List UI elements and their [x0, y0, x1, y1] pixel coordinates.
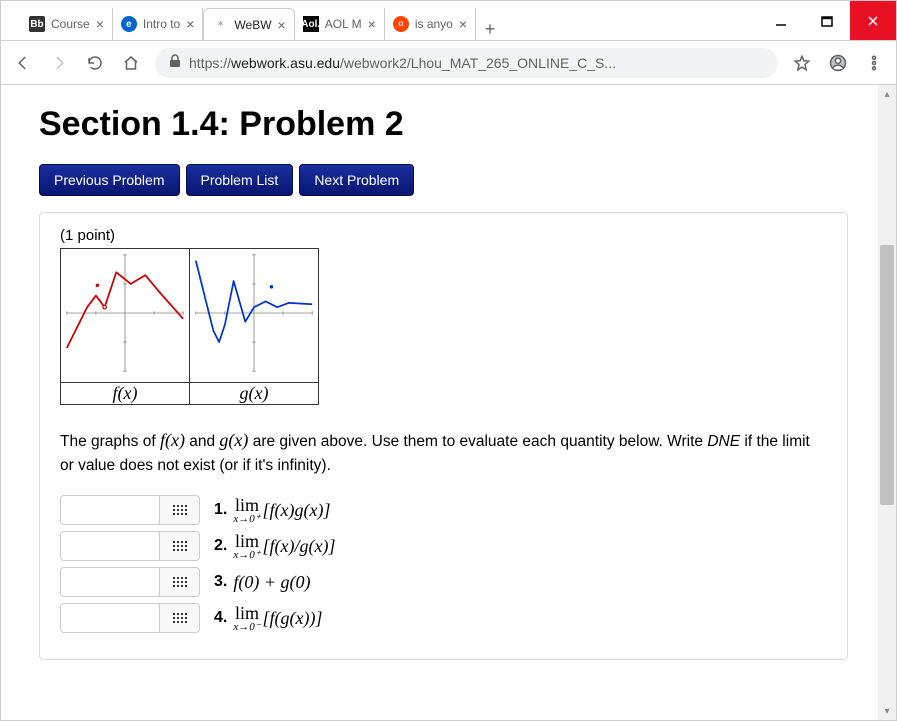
address-bar: https://webwork.asu.edu/webwork2/Lhou_MA…	[1, 41, 896, 85]
limit-symbol: limx→0⁺	[233, 496, 260, 525]
lock-icon	[169, 54, 181, 71]
keypad-button[interactable]	[160, 531, 200, 561]
profile-button[interactable]	[826, 51, 850, 75]
question-label: 1.limx→0⁺[f(x)g(x)]	[214, 496, 331, 525]
browser-titlebar: Bb Course × e Intro to × ✶ WeBW × Aol. A…	[1, 1, 896, 41]
tab-strip: Bb Course × e Intro to × ✶ WeBW × Aol. A…	[1, 1, 758, 40]
question-label: 2.limx→0⁺[f(x)/g(x)]	[214, 532, 336, 561]
problem-box: (1 point) f(x) g(x) The graphs of f(x) a…	[39, 212, 848, 660]
scrollbar[interactable]: ▴ ▾	[878, 85, 896, 720]
close-icon[interactable]: ×	[96, 16, 104, 32]
new-tab-button[interactable]: +	[476, 19, 504, 40]
graph-g	[190, 249, 319, 383]
answer-input-1[interactable]	[60, 495, 160, 525]
home-button[interactable]	[119, 51, 143, 75]
keypad-button[interactable]	[160, 495, 200, 525]
instructions: The graphs of f(x) and g(x) are given ab…	[60, 427, 827, 477]
tab-label: is anyo	[415, 17, 453, 31]
scroll-thumb[interactable]	[880, 245, 894, 505]
graphs-table: f(x) g(x)	[60, 248, 319, 405]
forward-button	[47, 51, 71, 75]
problem-list-button[interactable]: Problem List	[186, 164, 294, 196]
keypad-button[interactable]	[160, 603, 200, 633]
answer-input-3[interactable]	[60, 567, 160, 597]
close-icon[interactable]: ×	[278, 17, 286, 33]
graph-f-label: f(x)	[61, 383, 190, 405]
tab-webwork[interactable]: ✶ WeBW ×	[203, 8, 294, 40]
tab-label: Course	[51, 17, 90, 31]
scroll-up-button[interactable]: ▴	[878, 85, 896, 103]
close-icon[interactable]: ×	[186, 16, 194, 32]
maximize-button[interactable]	[804, 1, 850, 40]
tab-intro[interactable]: e Intro to ×	[113, 8, 204, 40]
minimize-button[interactable]	[758, 1, 804, 40]
answer-row-4: 4.limx→0⁻[f(g(x))]	[60, 603, 827, 633]
tab-course[interactable]: Bb Course ×	[21, 8, 113, 40]
back-button[interactable]	[11, 51, 35, 75]
url-text: https://webwork.asu.edu/webwork2/Lhou_MA…	[189, 55, 764, 71]
question-label: 4.limx→0⁻[f(g(x))]	[214, 604, 323, 633]
graph-f	[61, 249, 190, 383]
tab-label: Intro to	[143, 17, 180, 31]
close-window-button[interactable]	[850, 1, 896, 40]
keypad-button[interactable]	[160, 567, 200, 597]
edge-icon: e	[121, 16, 137, 32]
answer-input-2[interactable]	[60, 531, 160, 561]
problem-nav: Previous Problem Problem List Next Probl…	[39, 164, 848, 196]
webwork-icon: ✶	[212, 17, 228, 33]
tab-reddit[interactable]: ¤ is anyo ×	[385, 8, 476, 40]
points-label: (1 point)	[60, 227, 827, 244]
bookmark-button[interactable]	[790, 51, 814, 75]
close-icon[interactable]: ×	[368, 16, 376, 32]
next-problem-button[interactable]: Next Problem	[299, 164, 414, 196]
close-icon[interactable]: ×	[459, 16, 467, 32]
tab-label: WeBW	[234, 18, 271, 32]
url-field[interactable]: https://webwork.asu.edu/webwork2/Lhou_MA…	[155, 48, 778, 78]
answer-row-3: 3.f(0) + g(0)	[60, 567, 827, 597]
scroll-down-button[interactable]: ▾	[878, 702, 896, 720]
aol-icon: Aol.	[303, 16, 319, 32]
reddit-icon: ¤	[393, 16, 409, 32]
answer-row-1: 1.limx→0⁺[f(x)g(x)]	[60, 495, 827, 525]
question-label: 3.f(0) + g(0)	[214, 572, 310, 593]
menu-button[interactable]	[862, 51, 886, 75]
limit-symbol: limx→0⁺	[233, 532, 260, 561]
blackboard-icon: Bb	[29, 16, 45, 32]
tab-aol[interactable]: Aol. AOL M ×	[295, 8, 385, 40]
answer-input-4[interactable]	[60, 603, 160, 633]
reload-button[interactable]	[83, 51, 107, 75]
graph-g-label: g(x)	[190, 383, 319, 405]
page-title: Section 1.4: Problem 2	[39, 105, 848, 144]
tab-label: AOL M	[325, 17, 362, 31]
answer-row-2: 2.limx→0⁺[f(x)/g(x)]	[60, 531, 827, 561]
window-controls	[758, 1, 896, 40]
limit-symbol: limx→0⁻	[233, 604, 260, 633]
previous-problem-button[interactable]: Previous Problem	[39, 164, 180, 196]
page-content: Section 1.4: Problem 2 Previous Problem …	[1, 85, 878, 720]
